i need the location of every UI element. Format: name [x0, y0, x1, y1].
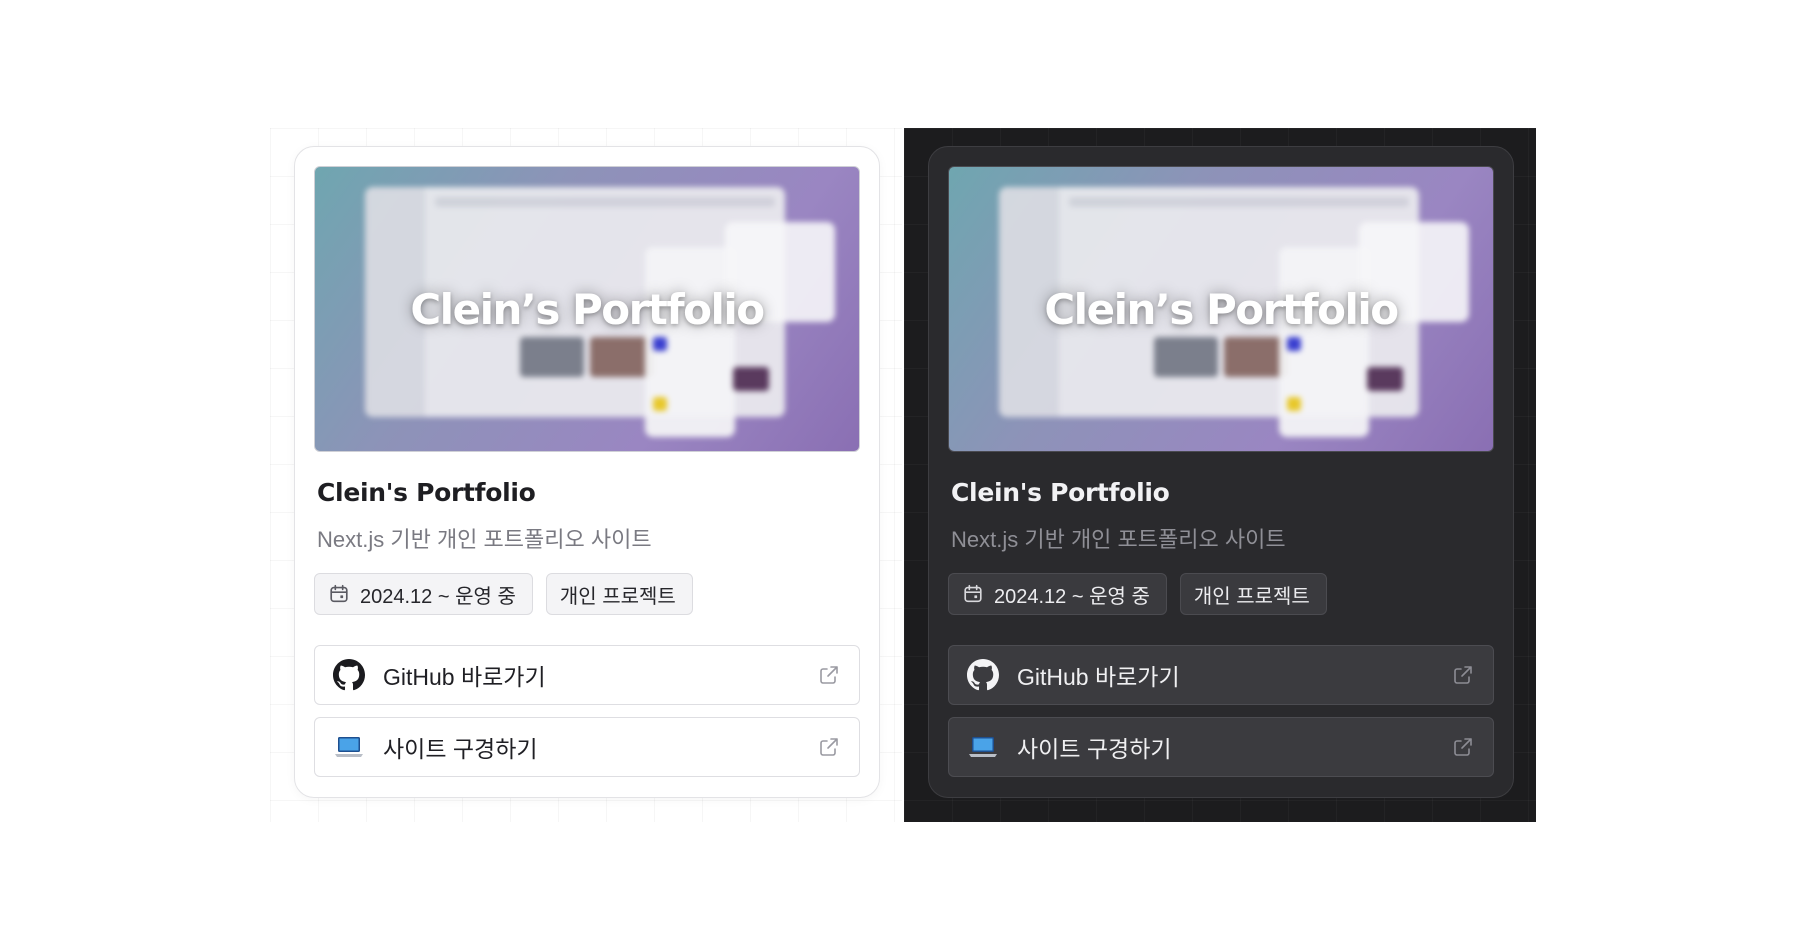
external-link-icon [1454, 666, 1472, 684]
github-icon [333, 659, 365, 691]
project-description: Next.js 기반 개인 포트폴리오 사이트 [951, 527, 1286, 552]
type-tag-label: 개인 프로젝트 [559, 585, 676, 608]
project-title: Clein's Portfolio [951, 478, 1170, 507]
external-link-icon [1454, 738, 1472, 756]
project-title: Clein's Portfolio [317, 478, 536, 507]
link-list: GitHub 바로가기 사이트 구경하기 [314, 645, 860, 777]
project-card: Clein’s Portfolio Clein's Portfolio Next… [928, 146, 1514, 798]
type-tag-label: 개인 프로젝트 [1193, 585, 1310, 608]
project-card: Clein’s Portfolio Clein's Portfolio Next… [294, 146, 880, 798]
site-link-label: 사이트 구경하기 [383, 736, 538, 762]
tag-list: 2024.12 ~ 운영 중 개인 프로젝트 [314, 573, 860, 615]
project-thumbnail: Clein’s Portfolio [948, 166, 1494, 452]
site-link-button[interactable]: 사이트 구경하기 [314, 717, 860, 777]
github-icon [967, 659, 999, 691]
period-tag-label: 2024.12 ~ 운영 중 [994, 585, 1150, 608]
project-description: Next.js 기반 개인 포트폴리오 사이트 [317, 527, 652, 552]
period-tag: 2024.12 ~ 운영 중 [314, 573, 533, 615]
period-tag: 2024.12 ~ 운영 중 [948, 573, 1167, 615]
type-tag: 개인 프로젝트 [1179, 573, 1327, 615]
github-link-label: GitHub 바로가기 [383, 664, 546, 690]
period-tag-label: 2024.12 ~ 운영 중 [360, 585, 516, 608]
link-list: GitHub 바로가기 사이트 구경하기 [948, 645, 1494, 777]
github-link-label: GitHub 바로가기 [1017, 664, 1180, 690]
type-tag: 개인 프로젝트 [545, 573, 693, 615]
light-theme-panel: Clein’s Portfolio Clein's Portfolio Next… [270, 128, 902, 822]
github-link-button[interactable]: GitHub 바로가기 [948, 645, 1494, 705]
laptop-icon [967, 731, 999, 763]
tag-list: 2024.12 ~ 운영 중 개인 프로젝트 [948, 573, 1494, 615]
calendar-icon [964, 584, 982, 603]
thumbnail-title: Clein’s Portfolio [410, 285, 765, 334]
dark-theme-panel: Clein’s Portfolio Clein's Portfolio Next… [904, 128, 1536, 822]
github-link-button[interactable]: GitHub 바로가기 [314, 645, 860, 705]
thumbnail-title: Clein’s Portfolio [1044, 285, 1399, 334]
calendar-icon [330, 584, 348, 603]
laptop-icon [333, 731, 365, 763]
site-link-button[interactable]: 사이트 구경하기 [948, 717, 1494, 777]
site-link-label: 사이트 구경하기 [1017, 736, 1172, 762]
external-link-icon [820, 738, 838, 756]
project-thumbnail: Clein’s Portfolio [314, 166, 860, 452]
external-link-icon [820, 666, 838, 684]
